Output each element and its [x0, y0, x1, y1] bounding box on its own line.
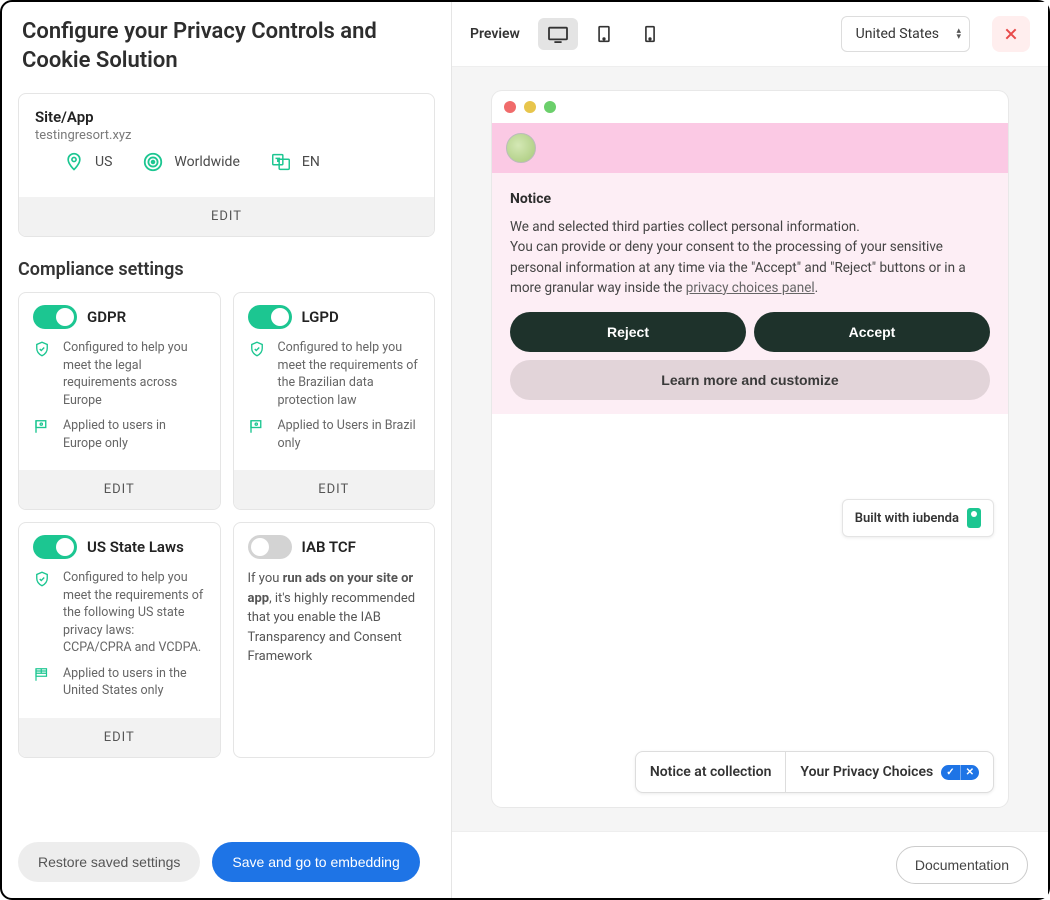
us-title: US State Laws	[87, 538, 184, 556]
flag-us-icon	[33, 665, 53, 700]
documentation-button[interactable]: Documentation	[896, 846, 1028, 884]
site-lang-label: EN	[302, 154, 320, 170]
device-desktop[interactable]	[538, 18, 578, 50]
iab-text: If you run ads on your site or app, it's…	[248, 569, 421, 667]
privacy-toggle-icon: ✓✕	[941, 765, 979, 780]
site-edit-button[interactable]: EDIT	[19, 197, 434, 236]
us-edit-button[interactable]: EDIT	[19, 718, 220, 757]
shield-check-icon	[33, 569, 53, 657]
accept-button[interactable]: Accept	[754, 312, 990, 352]
lgpd-card: LGPD Configured to help you meet the req…	[233, 292, 436, 510]
gdpr-applied: Applied to users in Europe only	[63, 417, 206, 452]
site-app-card: Site/App testingresort.xyz US	[18, 93, 435, 237]
site-lang: EN	[270, 151, 320, 173]
config-panel: Configure your Privacy Controls and Cook…	[2, 2, 452, 898]
device-mobile[interactable]	[630, 18, 670, 50]
pin-icon	[63, 151, 85, 173]
iubenda-icon	[967, 508, 981, 528]
lgpd-desc: Configured to help you meet the requirem…	[278, 339, 421, 409]
privacy-choices-button[interactable]: Your Privacy Choices ✓✕	[785, 752, 993, 792]
device-tablet[interactable]	[584, 18, 624, 50]
built-with-badge[interactable]: Built with iubenda	[842, 499, 994, 537]
select-caret-icon: ▴▾	[956, 28, 961, 40]
page-title: Configure your Privacy Controls and Cook…	[22, 18, 431, 75]
notice-text: We and selected third parties collect pe…	[510, 217, 990, 298]
site-country-label: US	[95, 154, 112, 170]
lgpd-title: LGPD	[302, 308, 339, 326]
target-icon	[142, 151, 164, 173]
built-with-label: Built with iubenda	[855, 511, 959, 526]
window-dots	[492, 91, 1008, 123]
notice-collection-button[interactable]: Notice at collection	[636, 752, 786, 792]
site-scope-label: Worldwide	[174, 154, 239, 170]
site-domain: testingresort.xyz	[35, 128, 418, 143]
cookie-notice: Notice We and selected third parties col…	[492, 173, 1008, 414]
iab-toggle[interactable]	[248, 535, 292, 559]
flag-icon	[248, 417, 268, 452]
gdpr-card: GDPR Configured to help you meet the leg…	[18, 292, 221, 510]
shield-check-icon	[248, 339, 268, 409]
gdpr-desc: Configured to help you meet the legal re…	[63, 339, 206, 409]
close-button[interactable]	[992, 16, 1030, 52]
save-button[interactable]: Save and go to embedding	[212, 842, 419, 882]
region-select[interactable]: United States ▴▾	[841, 16, 970, 52]
learn-more-button[interactable]: Learn more and customize	[510, 360, 990, 400]
notice-title: Notice	[510, 191, 990, 207]
iab-card: IAB TCF If you run ads on your site or a…	[233, 522, 436, 758]
site-logo	[506, 133, 536, 163]
site-label: Site/App	[35, 108, 418, 126]
privacy-choices-link[interactable]: privacy choices panel	[686, 280, 815, 296]
language-icon	[270, 151, 292, 173]
us-desc: Configured to help you meet the requirem…	[63, 569, 206, 657]
lgpd-edit-button[interactable]: EDIT	[234, 470, 435, 509]
gdpr-title: GDPR	[87, 308, 126, 326]
site-scope: Worldwide	[142, 151, 239, 173]
site-country: US	[63, 151, 112, 173]
site-header	[492, 123, 1008, 173]
gdpr-edit-button[interactable]: EDIT	[19, 470, 220, 509]
preview-panel: Preview United States ▴▾	[452, 2, 1048, 898]
us-toggle[interactable]	[33, 535, 77, 559]
lgpd-toggle[interactable]	[248, 305, 292, 329]
privacy-choices-label: Your Privacy Choices	[800, 764, 933, 780]
region-value: United States	[856, 26, 939, 42]
preview-browser: Notice We and selected third parties col…	[492, 91, 1008, 807]
iab-title: IAB TCF	[302, 538, 356, 556]
config-scroll[interactable]: Site/App testingresort.xyz US	[2, 87, 451, 826]
compliance-heading: Compliance settings	[18, 259, 435, 280]
flag-icon	[33, 417, 53, 452]
shield-check-icon	[33, 339, 53, 409]
us-applied: Applied to users in the United States on…	[63, 665, 206, 700]
preview-label: Preview	[470, 26, 520, 42]
lgpd-applied: Applied to Users in Brazil only	[278, 417, 421, 452]
restore-button[interactable]: Restore saved settings	[18, 842, 200, 882]
us-card: US State Laws Configured to help you mee…	[18, 522, 221, 758]
reject-button[interactable]: Reject	[510, 312, 746, 352]
gdpr-toggle[interactable]	[33, 305, 77, 329]
